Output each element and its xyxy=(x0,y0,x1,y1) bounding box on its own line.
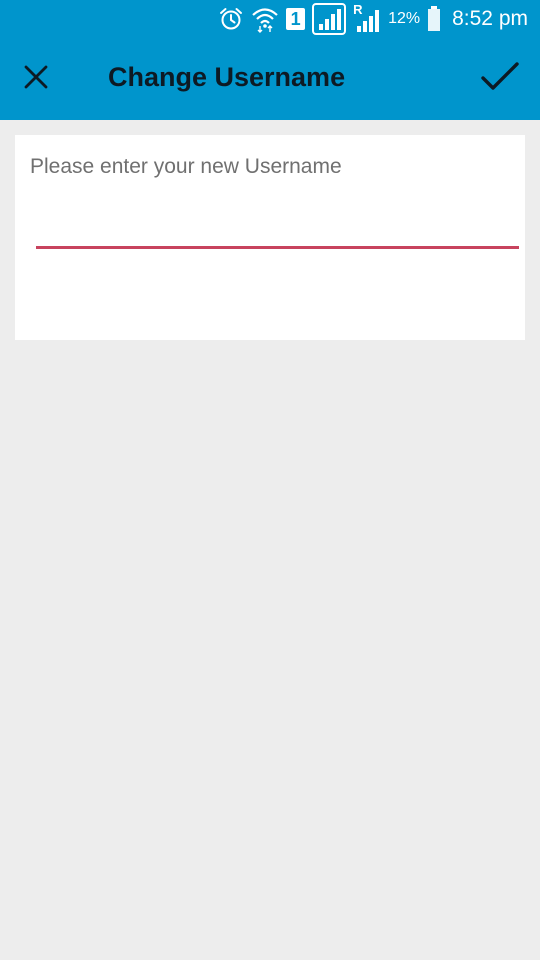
confirm-button[interactable] xyxy=(474,54,526,104)
wifi-icon xyxy=(251,5,279,33)
roaming-signal-icon: R xyxy=(353,2,381,34)
battery-icon xyxy=(427,6,441,32)
checkmark-icon xyxy=(481,61,519,97)
close-button[interactable] xyxy=(12,55,60,103)
page-title: Change Username xyxy=(108,62,346,92)
sim-1-icon: 1 xyxy=(286,8,306,30)
status-icons: 1 R 12% 8:52 pm xyxy=(218,2,528,35)
clock: 8:52 pm xyxy=(452,7,528,30)
status-bar: 1 R 12% 8:52 pm xyxy=(0,0,540,38)
app-toolbar: Change Username xyxy=(0,38,540,120)
close-icon xyxy=(23,64,49,95)
alarm-icon xyxy=(218,6,244,32)
signal-icon xyxy=(312,3,347,35)
battery-percent: 12% xyxy=(388,10,421,27)
username-input[interactable] xyxy=(36,205,519,249)
username-prompt: Please enter your new Username xyxy=(30,155,342,178)
username-card: Please enter your new Username xyxy=(15,135,525,340)
